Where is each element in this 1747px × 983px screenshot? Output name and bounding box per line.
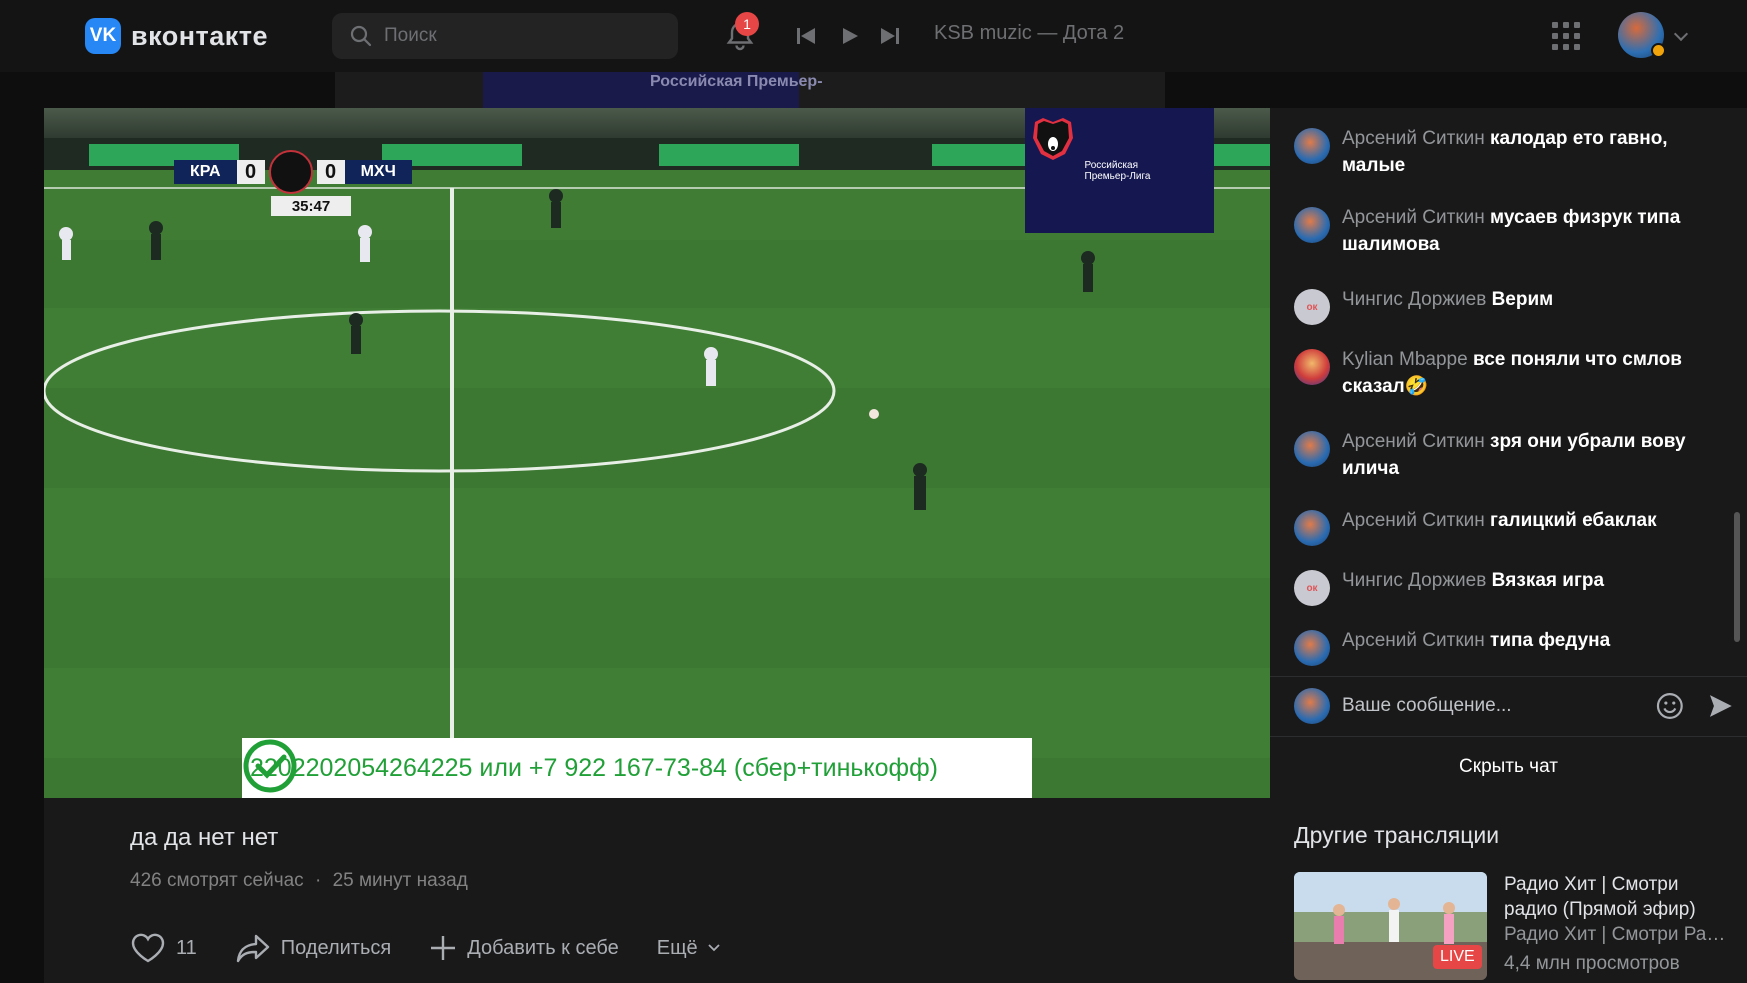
chat-divider [1270,676,1747,677]
home-team: КРА [174,160,237,184]
play-icon[interactable] [840,26,860,46]
vk-logo[interactable]: VK вконтакте [85,18,268,54]
like-count: 11 [176,936,197,959]
chat-message: Kylian Mbappe все поняли что смлов сказа… [1294,346,1724,400]
now-playing-title[interactable]: KSB muzic — Дота 2 [934,22,1124,45]
vk-logo-text: вконтакте [131,20,269,51]
more-label: Ещё [656,936,698,959]
match-timer: 35:47 [271,196,351,216]
chat-message: ок Чингис Доржиев Верим [1294,286,1724,325]
chat-message: Арсений Ситкин галицкий ебаклак [1294,507,1724,546]
own-avatar [1294,688,1330,724]
search-icon [350,25,372,47]
league-emblem-icon [268,150,313,194]
plus-icon [431,936,456,960]
message-author[interactable]: Арсений Ситкин [1342,207,1485,228]
message-text: Верим [1491,289,1554,310]
chat-message: ок Чингис Доржиев Вязкая игра [1294,567,1724,606]
stream-meta: 426 смотрят сейчас · 25 минут назад [130,870,468,892]
backdrop-league-text: Российская Премьер- [650,73,823,90]
other-stream-views: 4,4 млн просмотров [1504,953,1680,974]
message-author[interactable]: Арсений Ситкин [1342,431,1485,452]
message-author[interactable]: Чингис Доржиев [1342,289,1486,310]
chat-message: Арсений Ситкин типа федуна [1294,627,1724,666]
message-author[interactable]: Чингис Доржиев [1342,570,1486,591]
search-input[interactable] [384,25,654,47]
live-badge: LIVE [1433,945,1482,969]
like-button[interactable]: 11 [130,932,197,964]
chat-input-row [1294,688,1734,724]
add-label: Добавить к себе [467,936,619,959]
user-avatar[interactable] [1294,128,1330,164]
share-icon [236,934,269,963]
other-streams-heading: Другие трансляции [1294,822,1500,848]
send-icon[interactable] [1708,693,1734,719]
league-badge-text: Российская Премьер-Лига [1084,159,1151,182]
user-avatar[interactable] [1294,349,1330,385]
emoji-icon[interactable] [1655,691,1685,721]
chat-scrollbar[interactable] [1734,512,1740,642]
stream-actions: 11 Поделиться Добавить к себе Ещё [130,932,758,964]
video-player[interactable]: КРА 0 0 МХЧ 35:47 Российская Премьер-Лиг… [44,108,1270,798]
previous-track-icon[interactable] [796,26,816,46]
home-score: 0 [236,160,265,184]
vk-logo-icon: VK [85,18,121,54]
next-track-icon[interactable] [880,26,900,46]
message-text: галицкий ебаклак [1490,510,1657,531]
message-text: типа федуна [1490,630,1611,651]
message-text: Вязкая игра [1491,570,1605,591]
message-author[interactable]: Арсений Ситкин [1342,128,1485,149]
other-stream-channel[interactable]: Радио Хит | Смотри Радио Хит [1504,924,1734,946]
apps-grid-icon[interactable] [1552,22,1580,50]
more-button[interactable]: Ещё [657,937,720,960]
chat-message: Арсений Ситкин мусаев физрук типа шалимо… [1294,204,1724,258]
message-author[interactable]: Арсений Ситкин [1342,510,1485,531]
donate-banner: 2202202054264225 или +7 922 167-73-84 (с… [242,738,1032,798]
other-stream-title[interactable]: Радио Хит | Смотри радио (Прямой эфир) [1504,872,1734,922]
user-avatar[interactable]: ок [1294,570,1330,606]
user-avatar[interactable]: ок [1294,289,1330,325]
chat-message-input[interactable] [1342,695,1639,717]
chat-message: Арсений Ситкин зря они убрали вову илича [1294,428,1724,482]
viewer-count: 426 смотрят сейчас [130,870,304,891]
user-avatar[interactable] [1294,630,1330,666]
chevron-down-icon [708,944,720,952]
away-score: 0 [316,160,345,184]
profile-status-dot [1651,43,1666,58]
chat-message: Арсений Ситкин калодар ето гавно, малые [1294,125,1724,179]
notification-badge: 1 [735,12,759,36]
heart-icon [131,933,165,963]
stream-title: да да нет нет [130,824,279,851]
bear-logo-icon [1033,118,1073,160]
user-avatar[interactable] [1294,431,1330,467]
scoreboard: КРА 0 0 МХЧ [174,150,412,194]
user-avatar[interactable] [1294,510,1330,546]
message-author[interactable]: Арсений Ситкин [1342,630,1485,651]
away-team: МХЧ [344,160,412,184]
search-box[interactable] [332,13,678,59]
hide-chat-button[interactable]: Скрыть чат [1270,756,1747,778]
message-author[interactable]: Kylian Mbappe [1342,349,1468,370]
donate-text: 2202202054264225 или +7 922 167-73-84 (с… [250,753,939,782]
add-button[interactable]: Добавить к себе [429,934,619,962]
stream-started: 25 минут назад [332,870,468,891]
sber-check-icon [243,739,297,793]
league-badge: Российская Премьер-Лига [1025,108,1214,233]
meta-separator: · [314,870,322,891]
user-avatar[interactable] [1294,207,1330,243]
chat-divider [1270,736,1747,737]
share-label: Поделиться [280,936,392,959]
share-button[interactable]: Поделиться [235,933,391,963]
